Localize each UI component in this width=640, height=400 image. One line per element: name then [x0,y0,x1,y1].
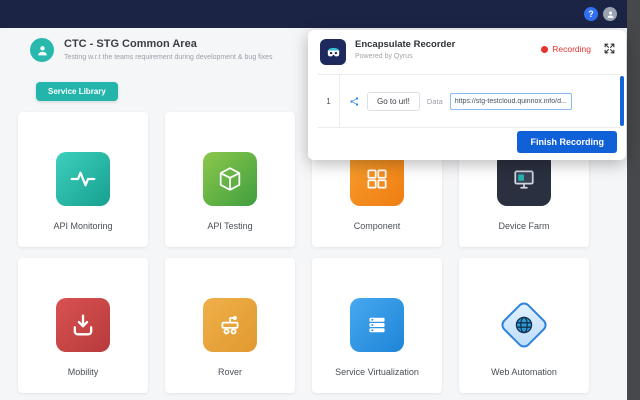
window-edge-strip [627,0,640,400]
card-label: API Monitoring [53,221,112,231]
globe-diamond-icon [497,298,551,352]
service-library-button[interactable]: Service Library [36,82,118,101]
recording-status-badge: Recording [541,44,591,54]
card-rover[interactable]: Rover [165,258,295,393]
page-subtitle: Testing w.r.t the teams requirement duri… [64,54,273,61]
card-web-automation[interactable]: Web Automation [459,258,589,393]
workspace-avatar-icon [30,38,54,62]
encapsulate-recorder-panel: Encapsulate Recorder Powered by Qyrus Re… [308,30,626,160]
card-label: Mobility [68,367,99,377]
card-label: Service Virtualization [335,367,419,377]
page-title: CTC - STG Common Area [64,38,273,50]
card-label: Web Automation [491,367,557,377]
card-api-monitoring[interactable]: API Monitoring [18,112,148,247]
data-label: Data [427,97,443,106]
server-icon [350,298,404,352]
go-to-url-button[interactable]: Go to url! [367,92,420,111]
recording-status-label: Recording [552,44,591,54]
recorder-header: Encapsulate Recorder Powered by Qyrus Re… [308,30,626,65]
topbar: ? [0,0,627,28]
action-share-icon [349,96,360,107]
step-number: 1 [318,75,340,127]
page-header-text: CTC - STG Common Area Testing w.r.t the … [64,38,273,62]
pulse-icon [56,152,110,206]
recording-dot-icon [541,46,548,53]
recorder-titles: Encapsulate Recorder Powered by Qyrus [355,39,541,60]
card-label: Component [354,221,401,231]
page-header: CTC - STG Common Area Testing w.r.t the … [30,38,273,62]
grid-icon [350,152,404,206]
screen: ? CTC - STG Common Area Testing w.r.t th… [0,0,640,400]
user-avatar-icon[interactable] [603,7,617,21]
panel-scrollbar[interactable] [620,76,624,126]
recorder-step-row: 1 Go to url! Data [318,74,620,128]
card-api-testing[interactable]: API Testing [165,112,295,247]
step-content: Go to url! Data [340,75,572,127]
card-label: API Testing [207,221,252,231]
rover-icon [203,298,257,352]
finish-recording-button[interactable]: Finish Recording [517,131,617,153]
recorder-title: Encapsulate Recorder [355,39,541,50]
download-icon [56,298,110,352]
url-input[interactable] [450,93,572,110]
card-label: Rover [218,367,242,377]
collapse-expand-icon[interactable] [603,42,616,60]
card-label: Device Farm [498,221,549,231]
qyrus-logo-icon [320,39,346,65]
monitor-icon [497,152,551,206]
cube-icon [203,152,257,206]
card-service-virtualization[interactable]: Service Virtualization [312,258,442,393]
recorder-powered-by: Powered by Qyrus [355,53,541,60]
card-mobility[interactable]: Mobility [18,258,148,393]
help-icon[interactable]: ? [584,7,598,21]
